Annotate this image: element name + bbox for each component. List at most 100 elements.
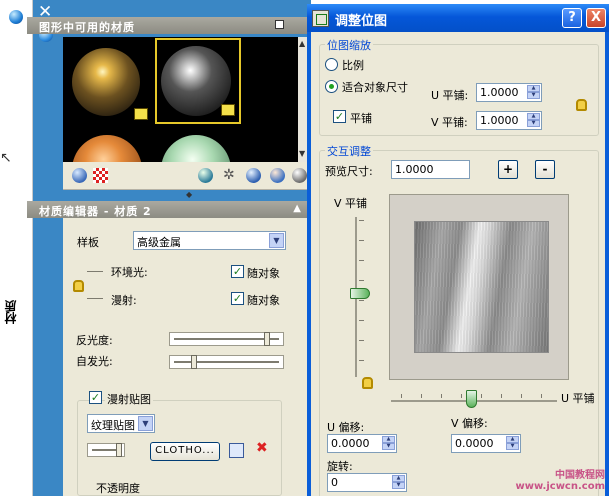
zoom-in-button[interactable]: +	[498, 160, 518, 179]
bitmap-preview-frame[interactable]	[389, 194, 569, 380]
available-materials-header[interactable]: 图形中可用的材质	[27, 17, 308, 34]
u-offset-value: 0.0000	[331, 437, 370, 450]
tile-label: 平铺	[350, 112, 372, 125]
material-editor-header[interactable]: 材质编辑器 - 材质 2 ▲	[27, 201, 308, 218]
palette-orb-icon[interactable]	[9, 10, 23, 24]
watermark-line-1: 中国教程网	[555, 470, 605, 481]
zoom-out-button[interactable]: -	[535, 160, 555, 179]
u-offset-input[interactable]: 0.0000 ▲ ▼	[327, 434, 397, 453]
rotation-spinner[interactable]: ▲ ▼	[392, 475, 405, 490]
dialog-titlebar[interactable]: 调整位图 ? X	[307, 4, 609, 32]
diffuse-label: 漫射:	[111, 294, 137, 307]
palette-vertical-title: 材质	[4, 300, 18, 324]
self-illumination-slider[interactable]	[169, 355, 284, 369]
u-tile-input[interactable]: 1.0000 ▲ ▼	[476, 83, 542, 102]
diffuse-by-object-checkbox[interactable]: ✓	[231, 292, 244, 305]
jade-sphere-icon	[161, 135, 231, 162]
map-blend-slider[interactable]	[87, 443, 125, 457]
bitmap-preview-tile[interactable]	[414, 221, 549, 353]
v-tile-spinner[interactable]: ▲ ▼	[527, 113, 540, 128]
bitmap-scale-title: 位图缩放	[325, 37, 373, 53]
rotation-input[interactable]: 0 ▲ ▼	[327, 473, 407, 492]
ratio-label: 比例	[342, 59, 364, 72]
interactive-adjust-title: 交互调整	[325, 143, 373, 159]
sphere-preview-icon[interactable]	[72, 168, 87, 183]
v-tile-value: 1.0000	[480, 114, 519, 127]
scroll-down-icon[interactable]: ▼	[299, 149, 305, 158]
reflectivity-label: 反光度:	[76, 334, 113, 347]
u-tile-slider-thumb[interactable]	[466, 390, 477, 408]
diffuse-by-object-label: 随对象	[247, 294, 280, 307]
map-blend-slider-thumb[interactable]	[116, 443, 122, 457]
create-material-icon[interactable]	[198, 168, 213, 183]
preview-size-input[interactable]: 1.0000	[391, 160, 470, 179]
map-type-select[interactable]: 纹理贴图 ▼	[87, 414, 155, 433]
material-swatch-1[interactable]	[66, 40, 152, 126]
delete-map-icon[interactable]: ✖	[256, 441, 271, 456]
u-axis-label: U 平铺	[561, 392, 595, 405]
scale-lock-icon[interactable]	[576, 99, 587, 111]
gold-sphere-icon	[72, 48, 140, 116]
diffuse-map-label: 漫射贴图	[105, 391, 153, 407]
ambient-connector-line	[87, 271, 103, 272]
diffuse-map-checkbox[interactable]: ✓	[89, 391, 102, 404]
ambient-label: 环境光:	[111, 266, 148, 279]
adjust-bitmap-icon[interactable]	[229, 443, 244, 458]
fit-object-label: 适合对象尺寸	[342, 81, 408, 94]
u-tile-value: 1.0000	[480, 86, 519, 99]
swatch-toolbar: ✲	[63, 162, 308, 190]
material-swatch-2-selected[interactable]	[155, 38, 241, 124]
v-offset-spinner[interactable]: ▲ ▼	[506, 436, 519, 451]
dialog-title: 调整位图	[335, 14, 388, 29]
opacity-label: 不透明度	[96, 482, 140, 495]
purge-material-icon[interactable]: ✲	[223, 168, 238, 183]
material-swatch-3[interactable]	[66, 129, 152, 162]
v-offset-label: V 偏移:	[451, 417, 488, 430]
view-toggle-icon[interactable]	[275, 20, 284, 29]
self-illumination-label: 自发光:	[76, 355, 113, 368]
dialog-client-area: 位图缩放 比例 适合对象尺寸 U 平铺: 1.0000 ▲ ▼ ✓ 平铺 V 平铺…	[311, 32, 605, 496]
chevron-down-icon[interactable]: ▼	[138, 416, 153, 431]
ratio-radio[interactable]	[325, 58, 338, 71]
diffuse-connector-line	[87, 298, 103, 299]
interactive-lock-icon[interactable]	[362, 377, 373, 389]
swatch-flag-icon	[134, 108, 148, 120]
ambient-by-object-checkbox[interactable]: ✓	[231, 265, 244, 278]
template-select[interactable]: 高级金属 ▼	[133, 231, 286, 250]
dialog-app-icon	[312, 10, 329, 27]
help-button[interactable]: ?	[562, 8, 582, 28]
checker-background-icon[interactable]	[93, 168, 108, 183]
v-tile-input[interactable]: 1.0000 ▲ ▼	[476, 111, 542, 130]
rotation-value: 0	[331, 476, 338, 489]
u-offset-label: U 偏移:	[327, 421, 365, 434]
palette-strip: ↖ 材质	[0, 0, 33, 496]
v-offset-input[interactable]: 0.0000 ▲ ▼	[451, 434, 521, 453]
collapse-chevron-icon[interactable]: ▲	[293, 203, 302, 214]
template-value: 高级金属	[137, 236, 181, 249]
watermark-line-2: www.jcwcn.com	[515, 481, 605, 492]
swatch-flag-icon	[221, 104, 235, 116]
mouse-cursor-icon: ↖	[0, 150, 12, 166]
preview-size-label: 预览尺寸:	[325, 165, 373, 178]
close-button[interactable]: X	[586, 8, 606, 28]
chevron-down-icon[interactable]: ▼	[269, 233, 284, 248]
u-tile-spinner[interactable]: ▲ ▼	[527, 85, 540, 100]
reflectivity-slider-thumb[interactable]	[264, 332, 270, 346]
map-file-button[interactable]: CLOTHO...	[150, 442, 220, 461]
material-editor-body: 样板 高级金属 ▼ 环境光: 漫射: ✓ 随对象 ✓ 随对象 反光度: 自发光:…	[63, 218, 308, 496]
scroll-up-icon[interactable]: ▲	[299, 39, 305, 48]
lock-icon[interactable]	[73, 280, 84, 292]
apply-to-objects-icon[interactable]	[246, 168, 261, 183]
material-options-icon[interactable]	[292, 168, 307, 183]
ambient-by-object-label: 随对象	[247, 267, 280, 280]
u-offset-spinner[interactable]: ▲ ▼	[382, 436, 395, 451]
available-materials-title: 图形中可用的材质	[39, 21, 135, 34]
remove-material-icon[interactable]	[270, 168, 285, 183]
reflectivity-slider[interactable]	[169, 332, 284, 346]
fit-object-radio[interactable]	[325, 80, 338, 93]
orange-sphere-icon	[72, 135, 142, 162]
self-illumination-slider-thumb[interactable]	[191, 355, 197, 369]
material-swatch-4[interactable]	[157, 129, 243, 162]
v-tile-slider-thumb[interactable]	[350, 288, 370, 299]
tile-checkbox[interactable]: ✓	[333, 110, 346, 123]
